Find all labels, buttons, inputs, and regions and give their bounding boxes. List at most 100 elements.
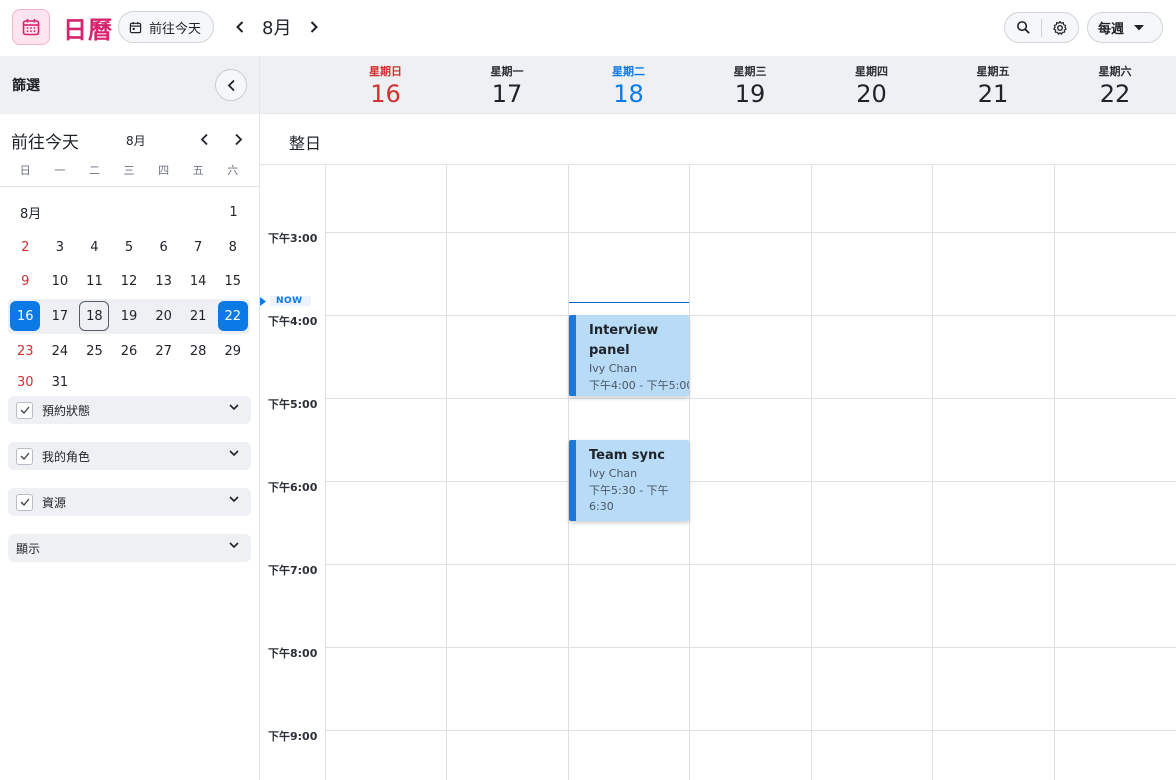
day-of-week: 星期六	[1098, 65, 1132, 78]
mini-day[interactable]: 19	[112, 299, 147, 334]
mini-day[interactable]: 3	[43, 230, 78, 265]
calendar-app-icon[interactable]	[12, 9, 50, 45]
mini-day[interactable]: 24	[43, 334, 78, 369]
week-view: 星期日 16 星期一 17 星期二 18 星期三 19 星期四 20 星期五 2…	[260, 56, 1176, 780]
checkbox-booking-status[interactable]	[16, 401, 33, 419]
caret-down-icon	[1134, 24, 1145, 30]
mini-day-label: 18	[79, 301, 110, 332]
all-day-row[interactable]: 整日	[260, 114, 1176, 165]
mini-day-selected-end[interactable]: 22	[215, 299, 250, 334]
search-icon	[1016, 21, 1030, 34]
mini-day[interactable]: 26	[112, 334, 147, 369]
column-divider	[446, 165, 447, 780]
day-header-monday[interactable]: 星期一 17	[446, 56, 568, 114]
mini-day-today[interactable]: 18	[77, 299, 112, 334]
mini-week: 8月 1	[8, 195, 250, 230]
mini-calendar-header: 前往今天 8月	[0, 114, 259, 164]
mini-next-month-button[interactable]	[230, 130, 246, 148]
chevron-left-icon	[236, 21, 244, 33]
filter-label: 我的角色	[42, 449, 91, 464]
now-line	[569, 302, 689, 303]
mini-day[interactable]: 29	[215, 334, 250, 369]
mini-day[interactable]: 28	[181, 334, 216, 369]
day-header-tuesday[interactable]: 星期二 18	[568, 56, 689, 114]
mini-day[interactable]: 9	[8, 264, 43, 299]
go-to-today-button[interactable]: 前往今天	[118, 11, 215, 43]
day-header-saturday[interactable]: 星期六 22	[1054, 56, 1176, 114]
mini-day[interactable]: 15	[215, 264, 250, 299]
chevron-down-icon	[229, 450, 239, 457]
day-number: 18	[613, 80, 644, 108]
mini-day[interactable]: 5	[112, 230, 147, 265]
collapse-sidebar-button[interactable]	[215, 69, 247, 101]
filter-my-role[interactable]: 我的角色	[8, 442, 251, 470]
mini-day[interactable]: 25	[77, 334, 112, 369]
filter-booking-status[interactable]: 預約狀態	[8, 396, 251, 424]
mini-day[interactable]: 20	[146, 299, 181, 334]
mini-day-selected-start[interactable]: 16	[8, 299, 43, 334]
time-grid[interactable]: 下午3:00 下午4:00 下午5:00 下午6:00 下午7:00 下午8:0…	[260, 165, 1176, 780]
checkbox-my-role[interactable]	[16, 447, 33, 465]
mini-weekday: 五	[192, 164, 204, 177]
mini-prev-month-button[interactable]	[196, 130, 212, 148]
mini-day[interactable]: 11	[77, 264, 112, 299]
mini-day[interactable]: 2	[8, 230, 43, 265]
day-number: 21	[977, 80, 1009, 108]
sidebar: 篩選 前往今天 8月 日 一 二 三 四 五 六 8月 1 2 3 4 5 6 …	[0, 56, 260, 780]
tool-button-group	[1004, 12, 1079, 43]
chevron-down-icon	[229, 542, 239, 549]
current-month-title: 8月	[262, 18, 292, 39]
mini-weekday: 一	[54, 164, 66, 177]
mini-weekday: 日	[19, 164, 31, 177]
mini-day[interactable]: 31	[43, 375, 78, 390]
mini-day[interactable]: 23	[8, 334, 43, 369]
mini-month-inline-label: 8月	[20, 206, 42, 222]
mini-day[interactable]: 6	[146, 230, 181, 265]
mini-day[interactable]: 10	[43, 264, 78, 299]
mini-week: 9 10 11 12 13 14 15	[8, 264, 250, 299]
time-label: 下午6:00	[268, 481, 318, 494]
mini-day[interactable]: 8	[215, 230, 250, 265]
mini-day-label: 16	[10, 301, 41, 332]
event-interview-panel[interactable]: Interview panel Ivy Chan 下午4:00 - 下午5:00	[569, 315, 689, 396]
mini-day[interactable]: 21	[181, 299, 216, 334]
mini-day[interactable]: 14	[181, 264, 216, 299]
view-mode-select[interactable]: 每週	[1087, 12, 1163, 43]
mini-day[interactable]: 27	[146, 334, 181, 369]
mini-day[interactable]: 4	[77, 230, 112, 265]
prev-week-button[interactable]	[228, 14, 252, 40]
day-header-thursday[interactable]: 星期四 20	[811, 56, 932, 114]
mini-day[interactable]: 30	[8, 375, 43, 390]
column-divider	[811, 165, 812, 780]
event-person: Ivy Chan	[589, 362, 638, 375]
chevron-right-icon	[234, 133, 242, 145]
mini-day-label: 22	[217, 301, 248, 332]
now-indicator: NOW	[260, 296, 311, 306]
check-icon	[20, 452, 29, 460]
day-header-friday[interactable]: 星期五 21	[932, 56, 1054, 114]
chevron-right-icon	[310, 21, 318, 33]
checkbox-resources[interactable]	[16, 493, 33, 511]
day-header-sunday[interactable]: 星期日 16	[325, 56, 446, 114]
search-button[interactable]	[1005, 13, 1041, 42]
settings-button[interactable]	[1042, 13, 1078, 42]
filter-resources[interactable]: 資源	[8, 488, 251, 516]
mini-week: 2 3 4 5 6 7 8	[8, 230, 250, 265]
mini-day[interactable]: 1	[217, 195, 250, 230]
mini-weekday-row: 日 一 二 三 四 五 六	[8, 162, 250, 180]
mini-day[interactable]: 13	[146, 264, 181, 299]
go-to-today-label: 前往今天	[149, 21, 202, 37]
filter-label: 資源	[42, 495, 67, 510]
day-header-wednesday[interactable]: 星期三 19	[689, 56, 811, 114]
all-day-label: 整日	[289, 134, 322, 153]
top-bar: 日曆 前往今天 8月 每週	[0, 0, 1176, 56]
mini-divider	[0, 186, 259, 187]
mini-day[interactable]: 12	[112, 264, 147, 299]
next-week-button[interactable]	[302, 14, 326, 40]
filter-display[interactable]: 顯示	[8, 534, 251, 562]
mini-go-to-today[interactable]: 前往今天	[11, 128, 79, 153]
mini-day[interactable]: 17	[43, 299, 78, 334]
mini-week: 23 24 25 26 27 28 29	[8, 334, 250, 369]
mini-day[interactable]: 7	[181, 230, 216, 265]
event-team-sync[interactable]: Team sync Ivy Chan 下午5:30 - 下午6:30	[569, 440, 689, 521]
